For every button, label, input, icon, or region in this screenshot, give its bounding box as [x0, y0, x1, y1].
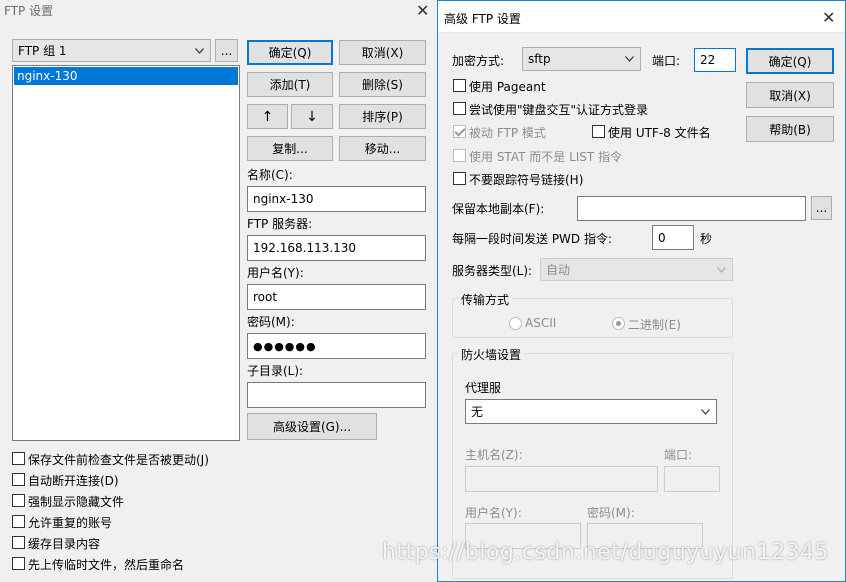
chevron-down-icon	[625, 56, 634, 62]
checkbox-label: 先上传临时文件，然后重命名	[28, 558, 185, 572]
port-label: 端口:	[652, 54, 681, 68]
checkbox-check-before-save[interactable]	[12, 452, 25, 465]
window-title: FTP 设置	[4, 4, 54, 18]
checkbox-show-hidden[interactable]	[12, 494, 25, 507]
host-input[interactable]	[465, 466, 658, 492]
server-type-value: 自动	[546, 263, 571, 277]
username-input[interactable]: root	[247, 284, 426, 310]
name-input[interactable]: nginx-130	[247, 186, 426, 212]
checkbox-label: 允许重复的账号	[28, 516, 113, 530]
checkbox-use-stat[interactable]	[453, 149, 466, 162]
chevron-down-icon	[195, 47, 204, 54]
ok-button[interactable]: 确定(Q)	[247, 40, 333, 65]
pwd-interval-input[interactable]: 0	[652, 225, 694, 250]
keep-local-browse-button[interactable]: ...	[811, 196, 832, 220]
fw-port-label: 端口:	[664, 448, 693, 462]
chevron-down-icon	[717, 266, 726, 273]
checkbox-keyboard-interactive[interactable]	[453, 102, 466, 115]
checkbox-label: 被动 FTP 模式	[469, 126, 546, 140]
checkbox-label: 不要跟踪符号链接(H)	[469, 173, 584, 187]
watermark: https://blog.csdn.net/duguyuyun12345	[382, 540, 829, 565]
port-input[interactable]: 22	[694, 48, 736, 72]
seconds-label: 秒	[700, 232, 713, 246]
checkbox-cache-dir[interactable]	[12, 536, 25, 549]
cancel-button[interactable]: 取消(X)	[746, 82, 834, 108]
proxy-select[interactable]: 无	[465, 399, 717, 424]
move-button[interactable]: 移动...	[339, 136, 426, 161]
radio-label: 二进制(E)	[628, 318, 681, 332]
cancel-button[interactable]: 取消(X)	[339, 40, 426, 65]
radio-binary[interactable]	[612, 317, 625, 330]
keep-local-label: 保留本地副本(F):	[452, 202, 545, 216]
list-item[interactable]: nginx-130	[14, 67, 238, 85]
connection-list[interactable]: nginx-130	[12, 65, 240, 441]
password-label: 密码(M):	[247, 315, 295, 329]
fw-password-label: 密码(M):	[587, 506, 635, 520]
ok-button[interactable]: 确定(Q)	[746, 48, 834, 74]
firewall-legend: 防火墙设置	[458, 346, 525, 363]
close-icon[interactable]: ✕	[822, 10, 835, 26]
help-button[interactable]: 帮助(B)	[746, 116, 834, 142]
sort-button[interactable]: 排序(P)	[339, 104, 426, 129]
chevron-down-icon	[701, 408, 710, 415]
subdir-input[interactable]	[247, 382, 426, 408]
checkbox-use-pageant[interactable]	[453, 79, 466, 92]
proxy-value: 无	[471, 405, 484, 419]
checkbox-upload-temp[interactable]	[12, 557, 25, 570]
checkbox-label: 使用 STAT 而不是 LIST 指令	[469, 150, 623, 164]
group-more-button[interactable]: ...	[215, 39, 238, 62]
checkbox-label: 使用 Pageant	[469, 80, 546, 94]
password-input[interactable]: ●●●●●●	[247, 333, 426, 359]
ftp-group-select[interactable]: FTP 组 1	[12, 39, 211, 62]
server-type-label: 服务器类型(L):	[452, 264, 533, 278]
close-icon[interactable]: ✕	[416, 3, 429, 19]
checkbox-label: 强制显示隐藏文件	[28, 495, 125, 509]
ftp-server-input[interactable]: 192.168.113.130	[247, 235, 426, 261]
proxy-label: 代理服	[465, 381, 502, 395]
checkbox-label: 尝试使用"键盘交互"认证方式登录	[469, 103, 649, 117]
fw-username-label: 用户名(Y):	[465, 506, 522, 520]
checkbox-use-utf8[interactable]	[592, 125, 605, 138]
add-button[interactable]: 添加(T)	[247, 72, 333, 97]
server-type-select[interactable]: 自动	[540, 258, 733, 281]
titlebar: 高级 FTP 设置 ✕	[438, 1, 845, 33]
encryption-label: 加密方式:	[452, 54, 505, 68]
ftp-group-value: FTP 组 1	[18, 44, 67, 58]
name-label: 名称(C):	[247, 168, 293, 182]
checkbox-label: 自动断开连接(D)	[28, 474, 119, 488]
username-label: 用户名(Y):	[247, 266, 304, 280]
window-title: 高级 FTP 设置	[444, 12, 521, 26]
subdir-label: 子目录(L):	[247, 364, 304, 378]
copy-button[interactable]: 复制...	[247, 136, 333, 161]
checkbox-label: 保存文件前检查文件是否被更动(J)	[28, 453, 209, 467]
checkbox-label: 缓存目录内容	[28, 537, 101, 551]
pwd-interval-label: 每隔一段时间发送 PWD 指令:	[452, 232, 613, 246]
encryption-value: sftp	[528, 52, 551, 66]
checkbox-auto-disconnect[interactable]	[12, 473, 25, 486]
ftp-settings-window: FTP 设置 ✕ FTP 组 1 ... nginx-130 确定(Q) 取消(…	[0, 0, 440, 582]
move-down-button[interactable]: ↓	[291, 104, 333, 129]
advanced-ftp-settings-window: 高级 FTP 设置 ✕ 加密方式: sftp 端口: 22 确定(Q) 取消(X…	[437, 0, 846, 582]
checkbox-passive-ftp[interactable]	[453, 125, 466, 138]
host-label: 主机名(Z):	[465, 448, 523, 462]
move-up-button[interactable]: ↑	[247, 104, 288, 129]
delete-button[interactable]: 删除(S)	[339, 72, 426, 97]
radio-label: ASCII	[525, 316, 557, 330]
advanced-settings-button[interactable]: 高级设置(G)...	[247, 413, 377, 440]
checkbox-label: 使用 UTF-8 文件名	[608, 126, 711, 140]
radio-ascii[interactable]	[509, 317, 522, 330]
fw-port-input[interactable]	[664, 466, 720, 492]
encryption-select[interactable]: sftp	[522, 47, 641, 71]
keep-local-input[interactable]	[577, 196, 806, 221]
ftp-server-label: FTP 服务器:	[247, 217, 313, 231]
checkbox-no-symlinks[interactable]	[453, 172, 466, 185]
transfer-mode-legend: 传输方式	[458, 291, 513, 308]
checkbox-allow-duplicate[interactable]	[12, 515, 25, 528]
